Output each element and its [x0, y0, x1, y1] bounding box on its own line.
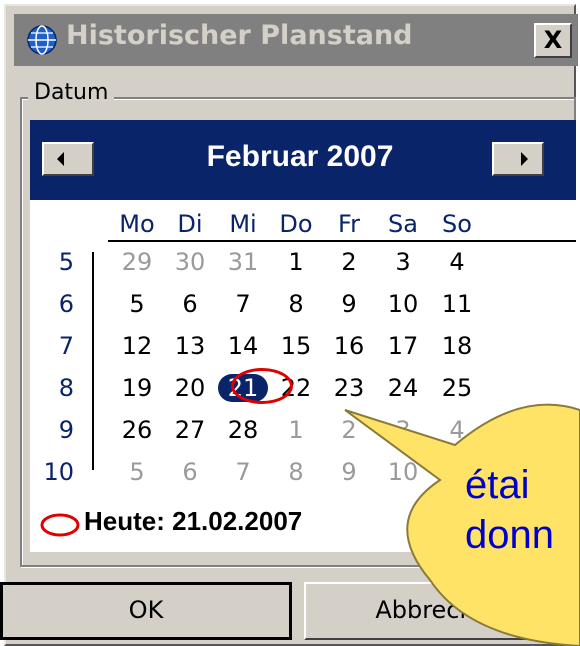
- title-bar[interactable]: Historischer Planstand X: [14, 14, 578, 66]
- weekday-3: Do: [279, 210, 313, 238]
- month-title[interactable]: Februar 2007: [130, 140, 470, 174]
- day-cell[interactable]: 3: [378, 248, 428, 276]
- day-cell[interactable]: 24: [378, 374, 428, 402]
- week-number: 5: [58, 248, 74, 276]
- day-cell[interactable]: 11: [432, 290, 482, 318]
- cancel-button[interactable]: Abbrechen: [304, 582, 576, 640]
- day-cell[interactable]: 7: [218, 290, 268, 318]
- day-cell[interactable]: 4: [432, 248, 482, 276]
- today-marker-ring: [231, 368, 293, 404]
- previous-month-button[interactable]: [42, 142, 94, 176]
- day-cell[interactable]: 10: [378, 290, 428, 318]
- ok-button[interactable]: OK: [0, 582, 292, 640]
- weekday-5: Sa: [388, 210, 418, 238]
- callout-line-1: étai: [465, 463, 530, 507]
- day-cell[interactable]: 16: [324, 332, 374, 360]
- weekday-1: Di: [177, 210, 203, 238]
- day-cell[interactable]: 23: [324, 374, 374, 402]
- triangle-left-icon: [57, 152, 64, 166]
- day-cell[interactable]: 9: [324, 458, 374, 486]
- date-group-label: Datum: [28, 80, 115, 105]
- day-cell[interactable]: 26: [112, 416, 162, 444]
- day-cell[interactable]: 13: [165, 332, 215, 360]
- day-cell[interactable]: 15: [271, 332, 321, 360]
- day-cell[interactable]: 28: [218, 416, 268, 444]
- globe-icon: [27, 25, 57, 55]
- day-cell[interactable]: 3: [378, 416, 428, 444]
- day-cell[interactable]: 18: [432, 332, 482, 360]
- callout-text: étai donn: [465, 460, 580, 560]
- day-cell[interactable]: 12: [112, 332, 162, 360]
- week-number: 6: [58, 290, 74, 318]
- day-cell[interactable]: 20: [165, 374, 215, 402]
- day-cell[interactable]: 29: [112, 248, 162, 276]
- day-cell[interactable]: 5: [112, 290, 162, 318]
- window-title: Historischer Planstand: [66, 20, 413, 51]
- triangle-right-icon: [521, 152, 528, 166]
- day-cell[interactable]: 17: [378, 332, 428, 360]
- week-number-divider: [92, 252, 94, 470]
- week-number: 8: [58, 374, 74, 402]
- day-cell[interactable]: 8: [271, 458, 321, 486]
- week-number: 10: [43, 458, 74, 486]
- day-cell[interactable]: 8: [271, 290, 321, 318]
- today-label[interactable]: Heute: 21.02.2007: [84, 506, 302, 537]
- day-cell[interactable]: 19: [112, 374, 162, 402]
- day-cell[interactable]: 7: [218, 458, 268, 486]
- day-cell[interactable]: 10: [378, 458, 428, 486]
- today-marker-icon: [40, 513, 80, 537]
- day-cell[interactable]: 6: [165, 290, 215, 318]
- weekday-4: Fr: [338, 210, 360, 238]
- calendar-header: Februar 2007: [30, 120, 576, 200]
- week-number: 9: [58, 416, 74, 444]
- weekday-6: So: [442, 210, 472, 238]
- day-cell[interactable]: 27: [165, 416, 215, 444]
- day-cell[interactable]: 14: [218, 332, 268, 360]
- day-cell[interactable]: 1: [271, 248, 321, 276]
- close-button[interactable]: X: [534, 23, 572, 58]
- day-cell[interactable]: 31: [218, 248, 268, 276]
- day-cell[interactable]: 6: [165, 458, 215, 486]
- week-number: 7: [58, 332, 74, 360]
- weekday-divider: [108, 240, 576, 242]
- day-cell[interactable]: 25: [432, 374, 482, 402]
- day-cell[interactable]: 2: [324, 416, 374, 444]
- next-month-button[interactable]: [492, 142, 544, 176]
- day-cell[interactable]: 2: [324, 248, 374, 276]
- day-cell[interactable]: 1: [271, 416, 321, 444]
- day-cell[interactable]: 5: [112, 458, 162, 486]
- day-cell[interactable]: 30: [165, 248, 215, 276]
- callout-line-2: donn: [465, 513, 554, 557]
- weekday-2: Mi: [229, 210, 257, 238]
- day-cell[interactable]: 4: [432, 416, 482, 444]
- weekday-0: Mo: [119, 210, 155, 238]
- day-cell[interactable]: 9: [324, 290, 374, 318]
